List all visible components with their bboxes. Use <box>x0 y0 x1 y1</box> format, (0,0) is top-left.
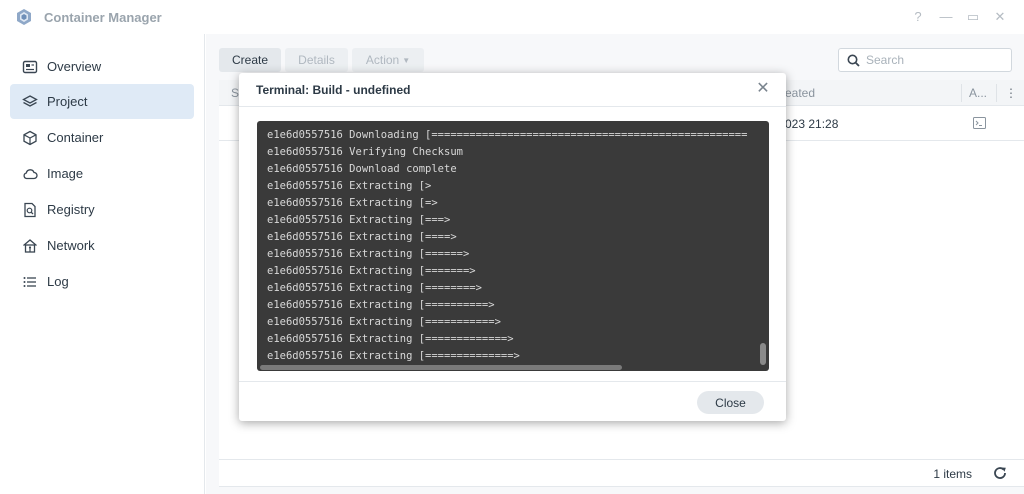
column-divider <box>961 84 962 102</box>
column-header-created[interactable]: eated <box>785 86 815 100</box>
sidebar-item-label: Overview <box>47 59 102 74</box>
dialog-header: Terminal: Build - undefined ✕ <box>239 73 786 107</box>
close-button[interactable]: Close <box>697 391 764 414</box>
sidebar-item-log[interactable]: Log <box>10 264 194 299</box>
search-box[interactable] <box>838 48 1012 72</box>
app-title: Container Manager <box>44 10 162 25</box>
terminal-line: e1e6d0557516 Downloading [==============… <box>267 129 748 141</box>
sidebar-item-label: Registry <box>47 202 95 217</box>
column-header-status[interactable]: S <box>231 86 239 100</box>
terminal-line: e1e6d0557516 Extracting [=> <box>267 197 438 209</box>
terminal-line: e1e6d0557516 Extracting [=============> <box>267 333 514 345</box>
terminal-line: e1e6d0557516 Verifying Checksum <box>267 146 463 158</box>
action-button[interactable]: Action ▼ <box>352 48 424 72</box>
log-icon <box>23 276 36 287</box>
search-input[interactable] <box>866 53 1006 67</box>
close-window-icon[interactable]: ✕ <box>992 9 1008 25</box>
terminal-line: e1e6d0557516 Extracting [======> <box>267 248 470 260</box>
sidebar: Overview Project Container Image Registr… <box>0 34 205 494</box>
terminal-line: e1e6d0557516 Download complete <box>267 163 457 175</box>
created-cell: 023 21:28 <box>785 117 839 131</box>
caret-down-icon: ▼ <box>402 55 411 65</box>
action-button-label: Action <box>365 53 400 67</box>
details-button[interactable]: Details <box>285 48 348 72</box>
terminal-line: e1e6d0557516 Extracting [=======> <box>267 265 476 277</box>
vertical-scrollbar[interactable] <box>760 343 766 365</box>
dialog-footer: Close <box>239 381 786 421</box>
title-bar: Container Manager ? — ▭ ✕ <box>0 0 1024 34</box>
terminal-line: e1e6d0557516 Extracting [===> <box>267 214 451 226</box>
container-manager-logo-icon <box>17 9 31 25</box>
terminal-output[interactable]: e1e6d0557516 Downloading [==============… <box>257 121 769 371</box>
maximize-icon[interactable]: ▭ <box>965 9 981 25</box>
items-count: 1 items <box>933 467 972 481</box>
terminal-dialog: Terminal: Build - undefined ✕ e1e6d05575… <box>239 73 786 421</box>
network-icon <box>23 238 37 253</box>
create-button[interactable]: Create <box>219 48 281 72</box>
column-divider <box>996 84 997 102</box>
sidebar-item-network[interactable]: Network <box>10 228 194 263</box>
terminal-line: e1e6d0557516 Extracting [> <box>267 180 432 192</box>
search-icon <box>847 54 860 67</box>
table-footer: 1 items <box>219 459 1024 487</box>
terminal-line: e1e6d0557516 Extracting [==========> <box>267 299 495 311</box>
sidebar-item-container[interactable]: Container <box>10 120 194 155</box>
container-icon <box>23 130 37 145</box>
terminal-line: e1e6d0557516 Extracting [==============> <box>267 350 520 362</box>
sidebar-item-label: Container <box>47 130 104 145</box>
column-header-actions[interactable]: A... <box>969 86 987 100</box>
terminal-line: e1e6d0557516 Extracting [===========> <box>267 316 501 328</box>
image-icon <box>23 168 38 179</box>
sidebar-item-label: Network <box>47 238 95 253</box>
close-icon[interactable]: ✕ <box>756 81 770 97</box>
sidebar-item-registry[interactable]: Registry <box>10 192 194 227</box>
help-icon[interactable]: ? <box>910 9 926 25</box>
refresh-icon[interactable] <box>992 465 1008 481</box>
terminal-line: e1e6d0557516 Extracting [====> <box>267 231 457 243</box>
terminal-icon[interactable] <box>973 117 986 129</box>
sidebar-item-project[interactable]: Project <box>10 84 194 119</box>
horizontal-scrollbar[interactable] <box>260 365 622 370</box>
sidebar-item-label: Project <box>47 94 88 109</box>
terminal-lines: e1e6d0557516 Downloading [==============… <box>267 127 753 363</box>
terminal-line: e1e6d0557516 Extracting [========> <box>267 282 482 294</box>
sidebar-item-label: Image <box>47 166 84 181</box>
dialog-title: Terminal: Build - undefined <box>256 83 411 97</box>
project-icon <box>22 94 38 107</box>
sidebar-item-image[interactable]: Image <box>10 156 194 191</box>
column-menu-icon[interactable]: ⋮ <box>1005 86 1017 100</box>
sidebar-item-overview[interactable]: Overview <box>10 49 194 84</box>
sidebar-item-label: Log <box>47 274 69 289</box>
registry-icon <box>24 202 36 217</box>
overview-icon <box>22 60 38 73</box>
minimize-icon[interactable]: — <box>938 9 954 25</box>
